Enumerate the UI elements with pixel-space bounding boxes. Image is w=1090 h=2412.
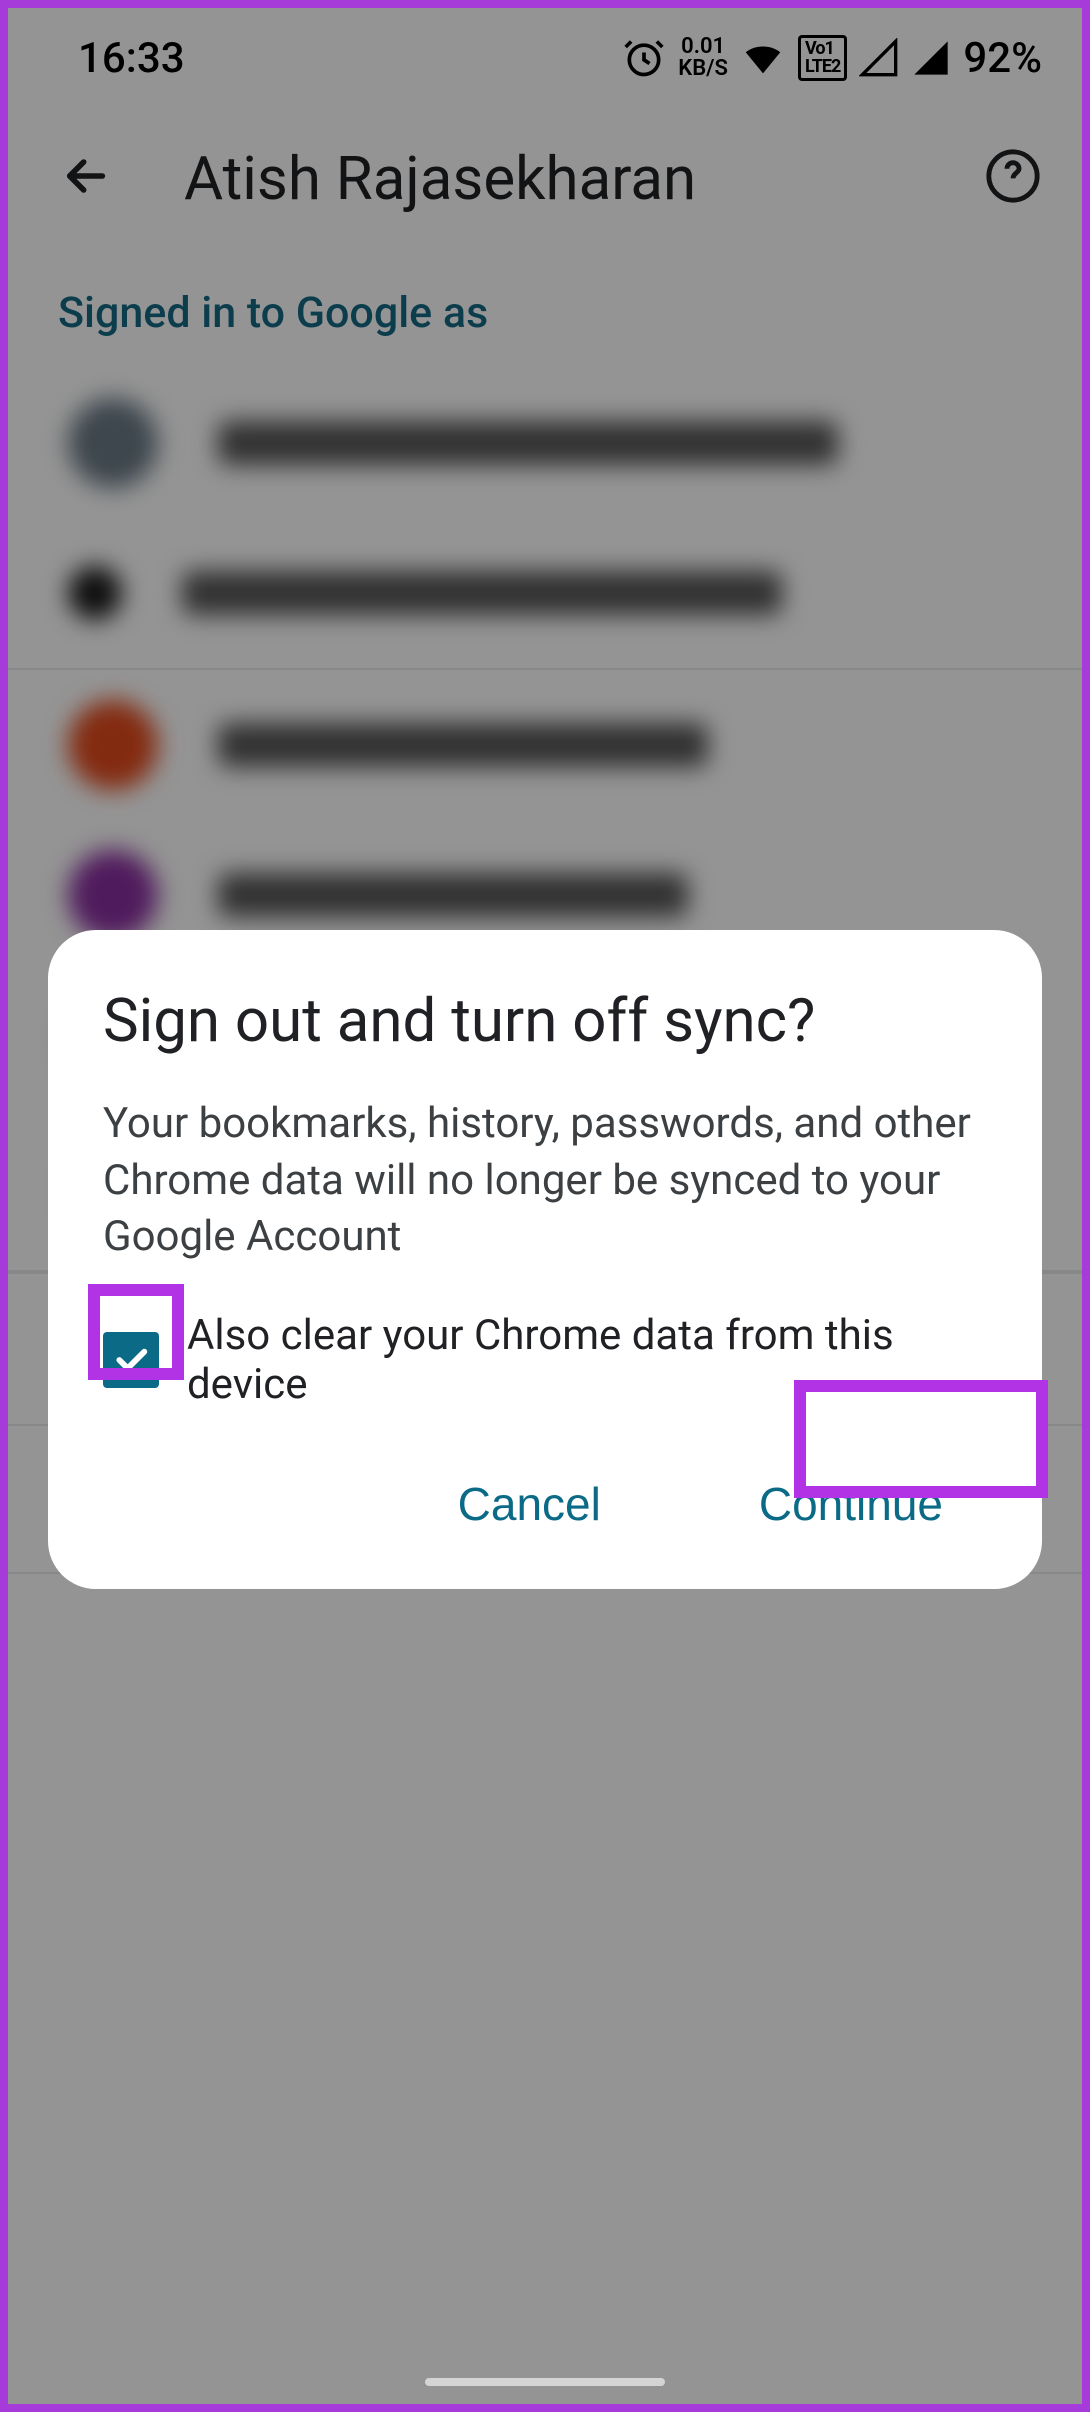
clear-data-label: Also clear your Chrome data from this de… (187, 1311, 987, 1409)
clear-data-checkbox[interactable] (103, 1332, 159, 1388)
continue-button[interactable]: Continue (735, 1459, 967, 1549)
clear-data-checkbox-row[interactable]: Also clear your Chrome data from this de… (103, 1311, 987, 1409)
dialog-title: Sign out and turn off sync? (103, 985, 987, 1056)
cancel-button[interactable]: Cancel (434, 1459, 625, 1549)
sign-out-dialog: Sign out and turn off sync? Your bookmar… (48, 930, 1042, 1589)
gesture-nav-pill[interactable] (425, 2378, 665, 2386)
check-icon (111, 1340, 151, 1380)
dialog-body: Your bookmarks, history, passwords, and … (103, 1096, 987, 1266)
